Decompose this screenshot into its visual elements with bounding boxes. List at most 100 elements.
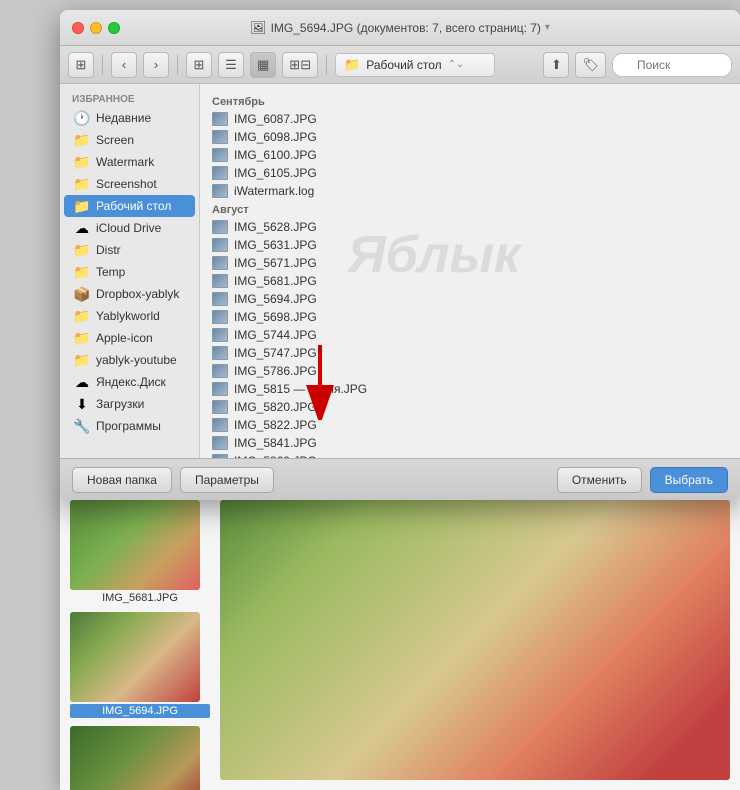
select-button[interactable]: Выбрать: [650, 467, 728, 493]
file-item[interactable]: IMG_5815 — копия.JPG: [200, 380, 740, 398]
sidebar-label-downloads: Загрузки: [96, 397, 144, 411]
minimize-button[interactable]: [90, 22, 102, 34]
back-button[interactable]: ‹: [111, 52, 137, 78]
sidebar-label-yablyk-youtube: yablyk-youtube: [96, 353, 177, 367]
screen-folder-icon: 📁: [74, 132, 90, 148]
file-name-label: IMG_5747.JPG: [234, 346, 317, 360]
forward-icon: ›: [154, 57, 158, 72]
titlebar: 🖼 IMG_5694.JPG (документов: 7, всего стр…: [60, 10, 740, 46]
file-thumb-icon: [212, 130, 228, 144]
file-item[interactable]: IMG_5786.JPG: [200, 362, 740, 380]
view-gallery-button[interactable]: ⊞⊟: [282, 52, 318, 78]
close-button[interactable]: [72, 22, 84, 34]
file-thumb-icon: [212, 238, 228, 252]
dropdown-icon[interactable]: ▾: [545, 22, 550, 33]
thumb-item-5694[interactable]: IMG_5694.JPG: [70, 612, 210, 718]
location-folder-icon: 📁: [344, 57, 360, 73]
sidebar-item-desktop[interactable]: 📁 Рабочий стол: [64, 195, 195, 217]
file-item[interactable]: IMG_5698.JPG: [200, 308, 740, 326]
content-area: Избранное 🕐 Недавние 📁 Screen 📁 Watermar…: [60, 84, 740, 458]
file-item[interactable]: IMG_5694.JPG: [200, 290, 740, 308]
sidebar-label-apps: Программы: [96, 419, 161, 433]
distr-folder-icon: 📁: [74, 242, 90, 258]
file-thumb-icon: [212, 436, 228, 450]
sidebar-item-yablykworld[interactable]: 📁 Yablykworld: [64, 305, 195, 327]
file-item[interactable]: IMG_6087.JPG: [200, 110, 740, 128]
file-thumb-icon: [212, 346, 228, 360]
file-item[interactable]: IMG_5671.JPG: [200, 254, 740, 272]
location-bar[interactable]: 📁 Рабочий стол ⌃⌄: [335, 53, 495, 77]
file-item[interactable]: IMG_5747.JPG: [200, 344, 740, 362]
new-folder-button[interactable]: Новая папка: [72, 467, 172, 493]
file-item[interactable]: IMG_5820.JPG: [200, 398, 740, 416]
file-item[interactable]: IMG_5631.JPG: [200, 236, 740, 254]
sidebar-label-yandex: Яндекс.Диск: [96, 375, 166, 389]
traffic-lights: [72, 22, 120, 34]
sidebar-item-screen[interactable]: 📁 Screen: [64, 129, 195, 151]
view-icon-button[interactable]: ⊞: [186, 52, 212, 78]
file-item[interactable]: IMG_5681.JPG: [200, 272, 740, 290]
file-name-label: IMG_5631.JPG: [234, 238, 317, 252]
file-item[interactable]: iWatermark.log: [200, 182, 740, 200]
apple-icon-folder-icon: 📁: [74, 330, 90, 346]
desktop-folder-icon: 📁: [74, 198, 90, 214]
sidebar-item-screenshot[interactable]: 📁 Screenshot: [64, 173, 195, 195]
sidebar-item-icloud[interactable]: ☁ iCloud Drive: [64, 217, 195, 239]
thumb-image-5681b: [70, 726, 200, 790]
preview-image: [220, 500, 730, 780]
sidebar-item-downloads[interactable]: ⬇ Загрузки: [64, 393, 195, 415]
dropbox-icon: 📦: [74, 286, 90, 302]
recents-icon: 🕐: [74, 110, 90, 126]
file-name-label: IMG_5694.JPG: [234, 292, 317, 306]
sidebar-item-yandex[interactable]: ☁ Яндекс.Диск: [64, 371, 195, 393]
thumb-item-5681[interactable]: IMG_5681.JPG: [70, 500, 210, 604]
sidebar-item-apple-icon[interactable]: 📁 Apple-icon: [64, 327, 195, 349]
file-thumb-icon: [212, 400, 228, 414]
file-item[interactable]: IMG_6100.JPG: [200, 146, 740, 164]
favorites-label: Избранное: [60, 90, 199, 107]
file-list: СентябрьIMG_6087.JPGIMG_6098.JPGIMG_6100…: [200, 84, 740, 458]
file-thumb-icon: [212, 166, 228, 180]
file-item[interactable]: IMG_5822.JPG: [200, 416, 740, 434]
sidebar-toggle-button[interactable]: ⊞: [68, 52, 94, 78]
sidebar-item-recents[interactable]: 🕐 Недавние: [64, 107, 195, 129]
view-columns-button[interactable]: ▦: [250, 52, 276, 78]
file-item[interactable]: IMG_5744.JPG: [200, 326, 740, 344]
file-item[interactable]: IMG_5841.JPG: [200, 434, 740, 452]
month-header: Сентябрь: [200, 92, 740, 110]
sidebar-item-temp[interactable]: 📁 Temp: [64, 261, 195, 283]
tag-button[interactable]: 🏷: [575, 52, 606, 78]
file-item[interactable]: IMG_6098.JPG: [200, 128, 740, 146]
file-name-label: iWatermark.log: [234, 184, 314, 198]
forward-button[interactable]: ›: [143, 52, 169, 78]
file-item[interactable]: IMG_6105.JPG: [200, 164, 740, 182]
file-name-label: IMG_5786.JPG: [234, 364, 317, 378]
sidebar-label-recents: Недавние: [96, 111, 151, 125]
maximize-button[interactable]: [108, 22, 120, 34]
window-title: 🖼 IMG_5694.JPG (документов: 7, всего стр…: [250, 20, 550, 36]
search-input[interactable]: [612, 53, 732, 77]
sidebar-item-distr[interactable]: 📁 Distr: [64, 239, 195, 261]
sidebar-label-watermark: Watermark: [96, 155, 154, 169]
sidebar-label-yablykworld: Yablykworld: [96, 309, 160, 323]
yablykworld-folder-icon: 📁: [74, 308, 90, 324]
file-thumb-icon: [212, 328, 228, 342]
thumb-item-5681b[interactable]: [70, 726, 210, 790]
cancel-button[interactable]: Отменить: [557, 467, 642, 493]
sidebar-item-yablyk-youtube[interactable]: 📁 yablyk-youtube: [64, 349, 195, 371]
options-button[interactable]: Параметры: [180, 467, 274, 493]
bottom-bar: Новая папка Параметры Отменить Выбрать: [60, 458, 740, 500]
file-item[interactable]: IMG_5628.JPG: [200, 218, 740, 236]
sidebar-item-dropbox[interactable]: 📦 Dropbox-yablyk: [64, 283, 195, 305]
sidebar-item-apps[interactable]: 🔧 Программы: [64, 415, 195, 437]
file-name-label: IMG_5744.JPG: [234, 328, 317, 342]
back-icon: ‹: [122, 57, 126, 72]
file-icon: 🖼: [250, 20, 267, 36]
view-list-button[interactable]: ☰: [218, 52, 244, 78]
search-container: 🔍: [612, 53, 732, 77]
top-toolbar: ⊞ ‹ › ⊞ ☰ ▦ ⊞⊟ 📁 Рабочий стол ⌃⌄ ⬆ 🏷 🔍: [60, 46, 740, 84]
upload-button[interactable]: ⬆: [543, 52, 569, 78]
apps-icon: 🔧: [74, 418, 90, 434]
file-thumb-icon: [212, 382, 228, 396]
sidebar-item-watermark[interactable]: 📁 Watermark: [64, 151, 195, 173]
